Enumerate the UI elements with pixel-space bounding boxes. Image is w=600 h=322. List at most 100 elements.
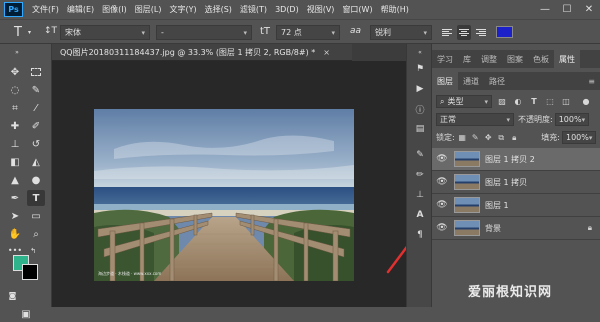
layer-row[interactable]: 👁︎ 图层 1 拷贝 2: [432, 148, 600, 171]
tab-adjustments[interactable]: 调整: [476, 50, 502, 68]
font-family-select[interactable]: 宋体 ▾: [60, 25, 150, 40]
lock-image-pixels-icon[interactable]: ✎: [470, 132, 481, 143]
healing-brush-tool-icon[interactable]: ✚: [6, 118, 24, 134]
minimize-button[interactable]: —: [534, 0, 556, 19]
background-color-swatch[interactable]: [22, 264, 38, 280]
tool-preset-chevron-icon[interactable]: ▾: [28, 29, 31, 36]
tab-channels[interactable]: 通道: [458, 72, 484, 90]
menu-file[interactable]: 文件(F): [28, 4, 63, 15]
rectangle-tool-icon[interactable]: ▭: [27, 208, 45, 224]
quick-selection-tool-icon[interactable]: ✎: [27, 82, 45, 98]
clone-stamp-tool-icon[interactable]: ⊥: [6, 136, 24, 152]
character-panel-icon[interactable]: A: [413, 208, 427, 222]
filter-toggle-icon[interactable]: ●: [580, 96, 592, 108]
collapse-panels-icon[interactable]: «: [413, 48, 427, 56]
quick-mask-icon[interactable]: ◙: [6, 290, 19, 301]
eye-icon[interactable]: 👁︎: [432, 177, 452, 187]
eye-icon[interactable]: 👁︎: [432, 200, 452, 210]
opacity-input[interactable]: 100% ▾: [554, 113, 589, 126]
crop-tool-icon[interactable]: ⌗: [6, 100, 24, 116]
menu-window[interactable]: 窗口(W): [338, 4, 376, 15]
actions-panel-icon[interactable]: ▶: [413, 82, 427, 96]
text-orientation-icon[interactable]: ↕T: [44, 26, 57, 36]
history-panel-icon[interactable]: ⚑: [413, 62, 427, 76]
layer-row[interactable]: 👁︎ 图层 1 拷贝: [432, 171, 600, 194]
menu-view[interactable]: 视图(V): [303, 4, 339, 15]
menu-type[interactable]: 文字(Y): [165, 4, 200, 15]
filter-adjustment-icon[interactable]: ◐: [512, 96, 524, 108]
info-panel-icon[interactable]: ⓘ: [413, 102, 427, 116]
lock-all-icon[interactable]: 🔒︎: [509, 132, 520, 143]
path-selection-tool-icon[interactable]: ➤: [6, 208, 24, 224]
history-brush-tool-icon[interactable]: ↺: [27, 136, 45, 152]
brush-tool-icon[interactable]: ✐: [27, 118, 45, 134]
menu-image[interactable]: 图像(I): [98, 4, 131, 15]
font-size-select[interactable]: 72 点 ▾: [276, 25, 340, 40]
lock-position-icon[interactable]: ✥: [483, 132, 494, 143]
close-window-button[interactable]: ✕: [578, 0, 600, 19]
layer-comps-panel-icon[interactable]: ▤: [413, 122, 427, 136]
eye-icon[interactable]: 👁︎: [432, 154, 452, 164]
lasso-tool-icon[interactable]: ◌: [6, 82, 24, 98]
tab-layers[interactable]: 图层: [432, 72, 458, 90]
maximize-button[interactable]: ☐: [556, 0, 578, 19]
marquee-tool-icon[interactable]: [27, 64, 45, 80]
filter-type-icon[interactable]: T: [528, 96, 540, 108]
anti-alias-select[interactable]: 锐利 ▾: [370, 25, 432, 40]
paint-bucket-tool-icon[interactable]: ◭: [27, 154, 45, 170]
lock-artboard-icon[interactable]: ⧉: [496, 132, 507, 143]
menu-help[interactable]: 帮助(H): [377, 4, 413, 15]
move-tool-icon[interactable]: ✥: [6, 64, 24, 80]
eraser-tool-icon[interactable]: ◧: [6, 154, 24, 170]
document-canvas-image[interactable]: 海边步道 · 木栈道 · www.xxx.com: [94, 109, 354, 281]
filter-kind-select[interactable]: ⌕ 类型 ▾: [436, 95, 492, 108]
hand-tool-icon[interactable]: ✋: [6, 226, 24, 242]
brushes-panel-icon[interactable]: ✎: [413, 148, 427, 162]
type-tool-preset-icon[interactable]: T: [14, 25, 22, 40]
collapse-toolbar-icon[interactable]: »: [8, 48, 26, 56]
filter-pixel-icon[interactable]: ▨: [496, 96, 508, 108]
filter-shape-icon[interactable]: ⬚: [544, 96, 556, 108]
tab-swatches[interactable]: 色板: [528, 50, 554, 68]
blend-mode-select[interactable]: 正常 ▾: [436, 113, 514, 126]
type-tool-icon[interactable]: T: [27, 190, 45, 206]
screen-mode-icon[interactable]: ▣: [17, 306, 35, 322]
tab-properties[interactable]: 属性: [554, 50, 580, 68]
pen-tool-icon[interactable]: ✒: [6, 190, 24, 206]
menu-edit[interactable]: 编辑(E): [63, 4, 98, 15]
clone-source-panel-icon[interactable]: ⊥: [413, 188, 427, 202]
blur-tool-icon[interactable]: ▲: [6, 172, 24, 188]
chevron-down-icon: ▾: [588, 133, 593, 142]
tab-patterns[interactable]: 图案: [502, 50, 528, 68]
align-right-button[interactable]: [474, 25, 488, 40]
font-style-value: -: [161, 28, 164, 37]
font-style-select[interactable]: - ▾: [156, 25, 252, 40]
swap-colors-icon[interactable]: ↰: [28, 247, 38, 255]
filter-smart-object-icon[interactable]: ◫: [560, 96, 572, 108]
dodge-tool-icon[interactable]: ●: [27, 172, 45, 188]
tab-paths[interactable]: 路径: [484, 72, 510, 90]
tab-libraries[interactable]: 库: [458, 50, 476, 68]
text-color-swatch[interactable]: [496, 26, 513, 38]
layer-row[interactable]: 👁︎ 背景 🔒︎: [432, 217, 600, 240]
panel-menu-icon[interactable]: ≡: [583, 72, 600, 90]
eyedropper-tool-icon[interactable]: ⁄: [27, 100, 45, 116]
menu-select[interactable]: 选择(S): [201, 4, 236, 15]
close-document-button[interactable]: ×: [323, 48, 330, 57]
layer-row[interactable]: 👁︎ 图层 1: [432, 194, 600, 217]
menu-layer[interactable]: 图层(L): [131, 4, 166, 15]
fill-input[interactable]: 100% ▾: [562, 131, 596, 144]
eye-icon[interactable]: 👁︎: [432, 223, 452, 233]
zoom-tool-icon[interactable]: ⌕: [27, 226, 45, 242]
lock-transparent-pixels-icon[interactable]: ▦: [457, 132, 468, 143]
opacity-value: 100%: [558, 115, 582, 124]
brush-settings-panel-icon[interactable]: ✏: [413, 168, 427, 182]
tab-learn[interactable]: 学习: [432, 50, 458, 68]
align-center-button[interactable]: [457, 25, 471, 40]
tab-strip-empty: [352, 44, 406, 61]
menu-3d[interactable]: 3D(D): [271, 5, 303, 14]
align-left-button[interactable]: [440, 25, 454, 40]
paragraph-panel-icon[interactable]: ¶: [413, 228, 427, 242]
document-tab[interactable]: QQ图片20180311184437.jpg @ 33.3% (图层 1 拷贝 …: [52, 44, 352, 61]
menu-filter[interactable]: 滤镜(T): [236, 4, 271, 15]
